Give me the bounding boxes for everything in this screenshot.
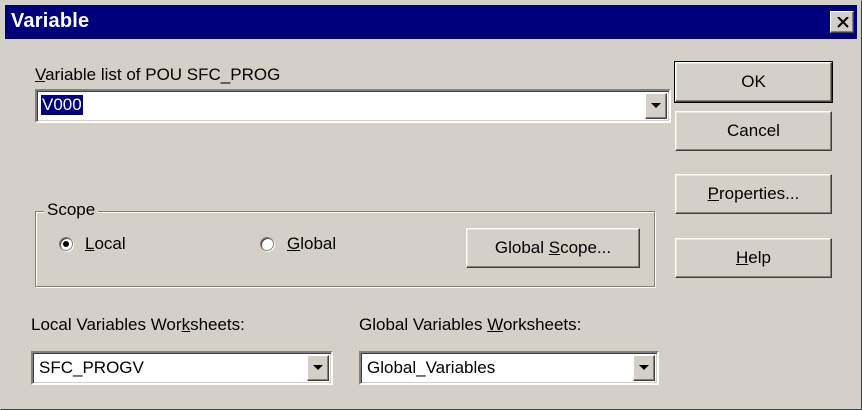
radio-selected-dot — [63, 241, 69, 247]
variable-list-value[interactable]: V000 — [40, 94, 84, 116]
global-label-text: lobal — [300, 234, 337, 253]
properties-button-label: roperties... — [719, 184, 800, 203]
help-button-label: elp — [748, 248, 771, 267]
variable-list-label: Variable list of POU SFC_PROG — [35, 65, 280, 85]
scope-legend: Scope — [44, 200, 99, 220]
global-worksheets-label-pre: Global Variables — [359, 315, 488, 334]
accel-s: S — [548, 238, 561, 257]
dropdown-arrow-icon — [313, 365, 323, 370]
cancel-button[interactable]: Cancel — [675, 111, 832, 151]
global-radio[interactable] — [260, 237, 274, 251]
variable-list-label-text: ariable list of POU SFC_PROG — [45, 65, 281, 84]
accel-k: k — [181, 315, 191, 334]
global-worksheets-label: Global Variables Worksheets: — [359, 315, 581, 335]
global-worksheets-combo[interactable]: Global_Variables — [359, 351, 659, 385]
global-scope-label-pre: Global — [494, 238, 549, 257]
local-label-text: ocal — [94, 234, 126, 253]
global-worksheets-dropdown-button[interactable] — [633, 355, 655, 381]
ok-button[interactable]: OK — [674, 61, 833, 103]
global-worksheets-value: Global_Variables — [367, 358, 496, 377]
variable-list-dropdown-button[interactable] — [645, 93, 667, 119]
local-worksheets-label-pre: Local Variables Wor — [31, 315, 182, 334]
local-radio[interactable] — [59, 237, 73, 251]
dropdown-arrow-icon — [651, 103, 661, 108]
accel-v: V — [35, 65, 46, 84]
close-button[interactable] — [830, 11, 854, 33]
dialog-title: Variable — [11, 10, 90, 32]
local-radio-label[interactable]: Local — [85, 234, 126, 254]
help-button[interactable]: Help — [675, 238, 832, 278]
global-worksheets-label-post: orksheets: — [502, 315, 582, 334]
local-worksheets-value: SFC_PROGV — [39, 358, 144, 377]
global-scope-button[interactable]: Global Scope... — [466, 228, 640, 268]
local-worksheets-label-post: sheets: — [190, 315, 245, 334]
dropdown-arrow-icon — [639, 365, 649, 370]
title-bar[interactable]: Variable — [5, 5, 857, 39]
variable-dialog: Variable Variable list of POU SFC_PROG V… — [0, 0, 862, 410]
local-worksheets-dropdown-button[interactable] — [307, 355, 329, 381]
local-worksheets-combo[interactable]: SFC_PROGV — [31, 351, 333, 385]
variable-list-combo[interactable]: V000 — [35, 89, 671, 123]
local-worksheets-label: Local Variables Worksheets: — [31, 315, 245, 335]
accel-g: G — [287, 234, 301, 253]
close-icon — [837, 17, 849, 28]
accel-w: W — [487, 315, 503, 334]
global-scope-label-post: cope... — [560, 238, 612, 257]
properties-button[interactable]: Properties... — [675, 174, 832, 214]
global-radio-label[interactable]: Global — [287, 234, 336, 254]
accel-h: H — [736, 248, 749, 267]
accel-p: P — [707, 184, 720, 203]
